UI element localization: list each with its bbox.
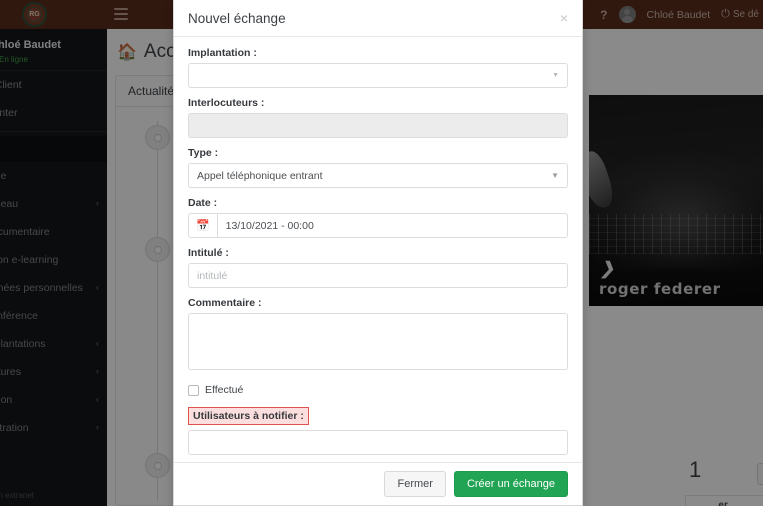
- close-icon[interactable]: ×: [560, 11, 568, 25]
- date-input[interactable]: [216, 213, 568, 238]
- field-commentaire: Commentaire :: [188, 297, 568, 375]
- date-label: Date :: [188, 197, 218, 209]
- intitule-input[interactable]: [188, 263, 568, 288]
- new-exchange-modal: Nouvel échange × Implantation : ▼ Interl…: [173, 0, 583, 506]
- utilisateurs-label: Utilisateurs à notifier :: [188, 407, 309, 425]
- effectue-label: Effectué: [205, 384, 244, 396]
- commentaire-label: Commentaire :: [188, 297, 262, 309]
- field-utilisateurs-a-notifier: Utilisateurs à notifier :: [188, 406, 568, 455]
- utilisateurs-input[interactable]: [188, 430, 568, 455]
- modal-footer: Fermer Créer un échange: [174, 462, 582, 505]
- modal-body: Implantation : ▼ Interlocuteurs : Type :…: [174, 37, 582, 462]
- modal-title: Nouvel échange: [188, 10, 286, 26]
- effectue-checkbox[interactable]: [188, 384, 199, 396]
- type-select[interactable]: [188, 163, 568, 188]
- interlocuteurs-label: Interlocuteurs :: [188, 97, 265, 109]
- field-type: Type : ▼: [188, 147, 568, 188]
- implantation-select[interactable]: [188, 63, 568, 88]
- create-exchange-button[interactable]: Créer un échange: [453, 471, 568, 497]
- app-root: RG ? Chloé Baudet ⏻ Se dé Chloé Baudet: [0, 0, 763, 506]
- interlocuteurs-input: [188, 113, 568, 138]
- implantation-label: Implantation :: [188, 47, 257, 59]
- date-input-group: 📅: [188, 213, 568, 238]
- field-implantation: Implantation : ▼: [188, 47, 568, 88]
- calendar-icon[interactable]: 📅: [188, 213, 217, 238]
- field-date: Date : 📅: [188, 197, 568, 238]
- modal-header: Nouvel échange ×: [174, 0, 582, 37]
- intitule-label: Intitulé :: [188, 247, 229, 259]
- field-effectue[interactable]: Effectué: [188, 384, 568, 396]
- type-label: Type :: [188, 147, 219, 159]
- type-select-wrap[interactable]: ▼: [188, 163, 568, 188]
- field-interlocuteurs: Interlocuteurs :: [188, 97, 568, 138]
- close-button[interactable]: Fermer: [384, 471, 446, 497]
- implantation-select-wrap[interactable]: ▼: [188, 63, 568, 88]
- field-intitule: Intitulé :: [188, 247, 568, 288]
- commentaire-textarea[interactable]: [188, 313, 568, 370]
